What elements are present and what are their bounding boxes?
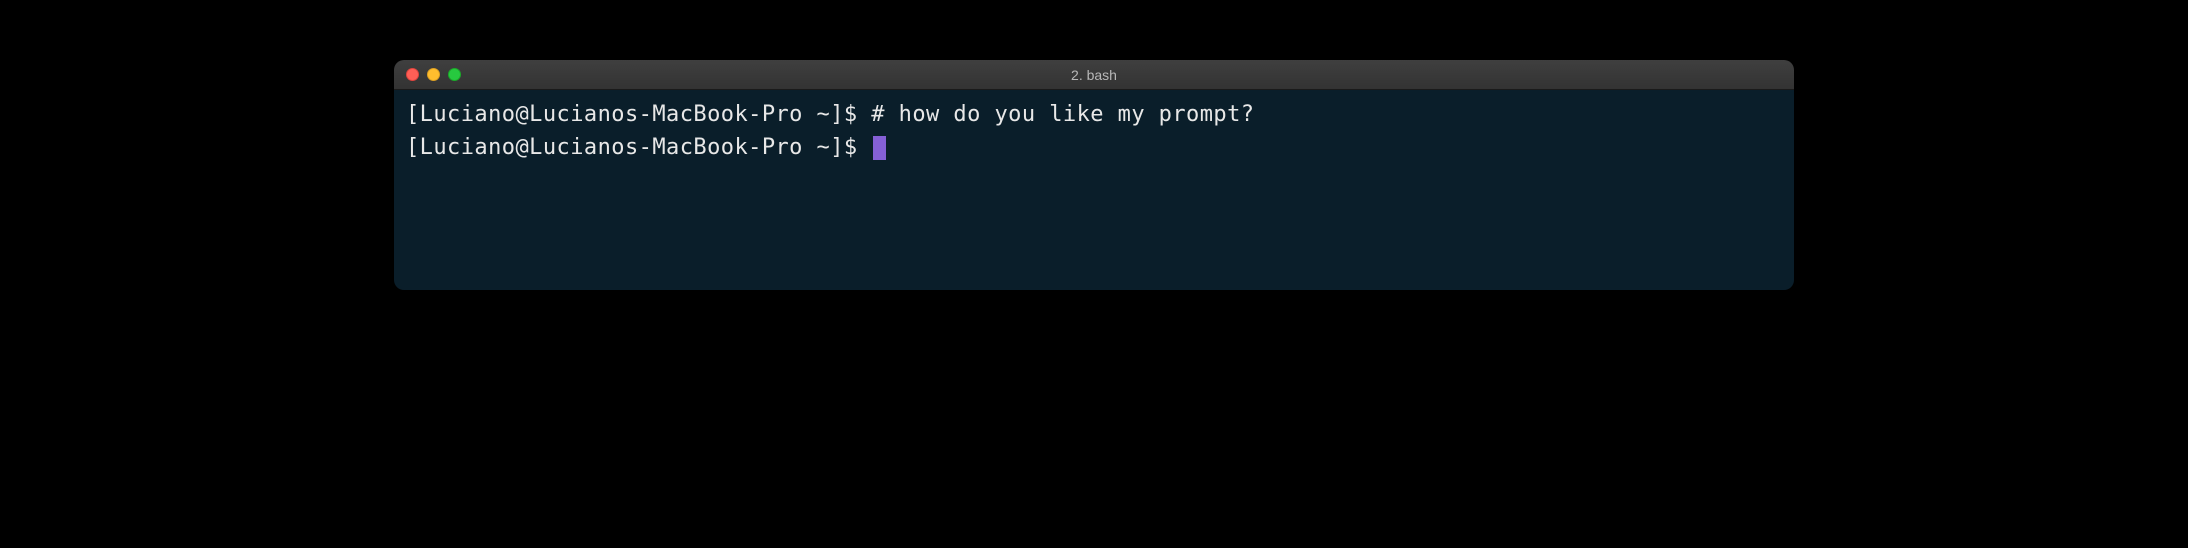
title-bar: 2. bash [394,60,1794,90]
command-text: # how do you like my prompt? [871,98,1254,131]
terminal-line: [Luciano@Lucianos-MacBook-Pro ~]$ [406,131,1782,164]
prompt: [Luciano@Lucianos-MacBook-Pro ~]$ [406,131,871,164]
maximize-button[interactable] [448,68,461,81]
close-button[interactable] [406,68,419,81]
traffic-lights [406,68,461,81]
window-title: 2. bash [1071,67,1117,83]
terminal-line: [Luciano@Lucianos-MacBook-Pro ~]$ # how … [406,98,1782,131]
prompt: [Luciano@Lucianos-MacBook-Pro ~]$ [406,98,871,131]
cursor-icon [873,136,886,160]
terminal-window: 2. bash [Luciano@Lucianos-MacBook-Pro ~]… [394,60,1794,290]
terminal-body[interactable]: [Luciano@Lucianos-MacBook-Pro ~]$ # how … [394,90,1794,290]
minimize-button[interactable] [427,68,440,81]
